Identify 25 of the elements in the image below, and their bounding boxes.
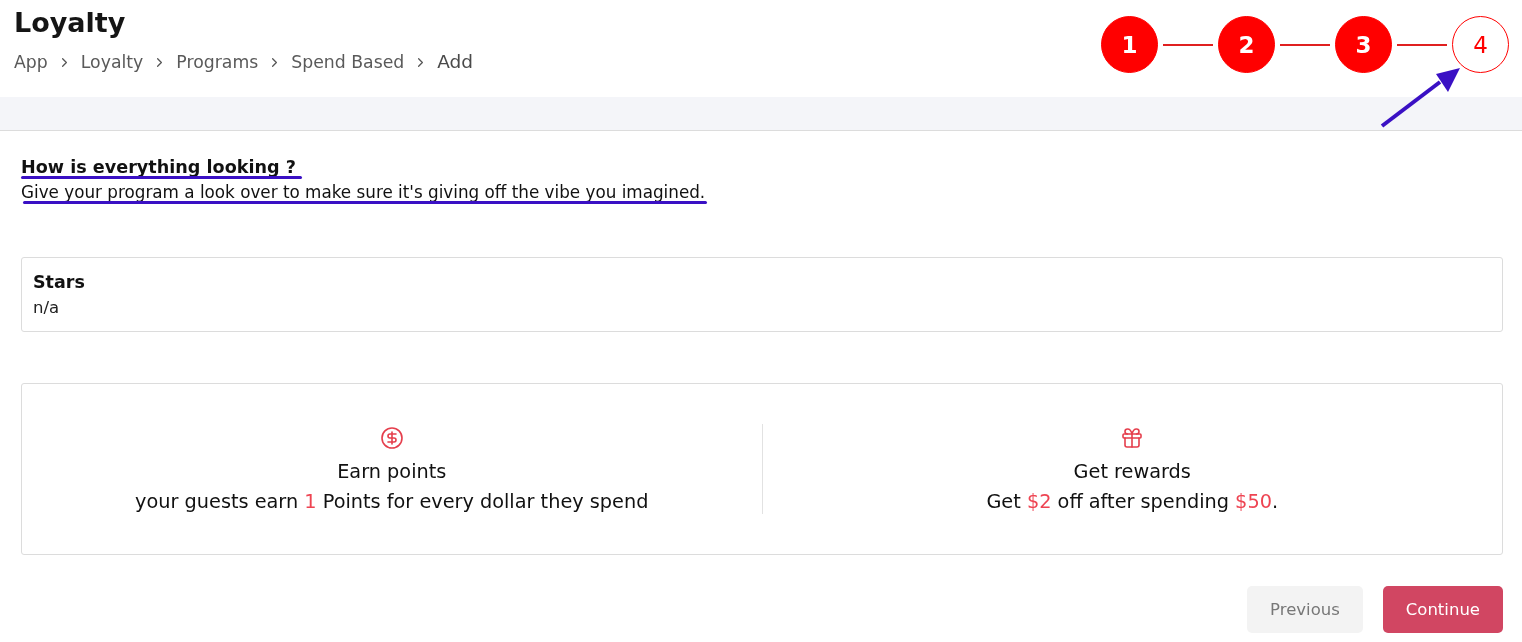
step-connector (1397, 43, 1447, 46)
summary-title: Earn points (337, 460, 447, 484)
field-label: Stars (33, 271, 85, 293)
breadcrumb-link[interactable]: Programs (176, 50, 259, 74)
dollar-circle-icon (379, 426, 404, 450)
summary-title: Get rewards (1073, 460, 1191, 484)
gift-icon (1120, 426, 1145, 450)
summary-description: your guests earn 1 Points for every dollar they spend (135, 490, 649, 514)
step-connector (1163, 43, 1213, 46)
previous-button[interactable]: Previous (1247, 586, 1363, 633)
continue-button[interactable]: Continue (1382, 586, 1503, 633)
step-circle: 1 (1101, 16, 1158, 73)
step-connector (1280, 43, 1330, 46)
step-circle: 3 (1335, 16, 1392, 73)
summary-description: Get $2 off after spending $50. (986, 490, 1279, 514)
page-title: Loyalty (14, 6, 126, 40)
step-circle: 4 (1452, 16, 1509, 73)
review-heading: How is everything looking ? (21, 157, 296, 177)
field-value: n/a (33, 297, 60, 319)
breadcrumb-link[interactable]: Spend Based (291, 50, 405, 74)
review-subheading: Give your program a look over to make sure it's giving off the vibe you imagined. (21, 183, 706, 202)
breadcrumb-link[interactable]: App (14, 50, 48, 74)
step-circle: 2 (1218, 16, 1275, 73)
breadcrumb-current[interactable]: Add (437, 50, 474, 74)
breadcrumb-link[interactable]: Loyalty (80, 50, 144, 74)
